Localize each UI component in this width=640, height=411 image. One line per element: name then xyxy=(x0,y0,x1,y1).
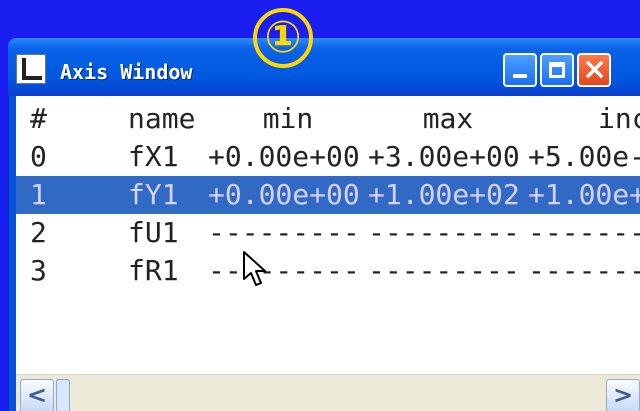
maximize-icon xyxy=(549,62,565,78)
window-titlebar[interactable]: Axis Window × xyxy=(8,38,640,96)
row-index: 0 xyxy=(30,140,47,173)
row-max: +1.00e+02 xyxy=(368,178,520,211)
close-icon: × xyxy=(582,52,608,87)
close-button[interactable]: × xyxy=(577,53,611,87)
row-index: 3 xyxy=(30,254,47,287)
row-min: --------- xyxy=(208,254,360,287)
column-header-index: # xyxy=(30,102,47,135)
chevron-left-icon: < xyxy=(26,381,48,409)
row-max: --------- xyxy=(368,254,520,287)
row-max: --------- xyxy=(368,216,520,249)
row-inc: ------- xyxy=(528,216,640,249)
scroll-thumb[interactable] xyxy=(56,379,70,411)
column-header-max: max xyxy=(422,102,474,135)
row-inc: +5.00e- xyxy=(528,140,640,173)
row-min: +0.00e+00 xyxy=(208,178,360,211)
minimize-button[interactable] xyxy=(503,53,537,87)
row-inc: ------- xyxy=(528,254,640,287)
column-header-inc: inc xyxy=(598,102,640,135)
window-title: Axis Window xyxy=(60,60,193,84)
scroll-left-button[interactable]: < xyxy=(20,379,54,411)
axis-app-icon xyxy=(16,54,46,84)
axis-window: Axis Window × # name min max in 0 fX1 +0… xyxy=(8,38,640,411)
row-inc: +1.00e+ xyxy=(528,178,640,211)
table-row[interactable]: 2 fU1 --------- --------- ------- xyxy=(16,214,640,252)
row-min: --------- xyxy=(208,216,360,249)
horizontal-scrollbar[interactable]: < > xyxy=(16,374,640,411)
desktop-stage: ① Axis Window × # name min max in 0 fX1 … xyxy=(0,0,640,411)
selected-table-row[interactable]: 1 fY1 +0.00e+00 +1.00e+02 +1.00e+ xyxy=(16,176,640,214)
table-row[interactable]: 0 fX1 +0.00e+00 +3.00e+00 +5.00e- xyxy=(16,138,640,176)
table-header-row: # name min max inc xyxy=(16,100,640,138)
row-min: +0.00e+00 xyxy=(208,140,360,173)
scroll-right-button[interactable]: > xyxy=(606,379,640,411)
chevron-right-icon: > xyxy=(612,381,634,409)
minimize-icon xyxy=(513,74,527,78)
maximize-button[interactable] xyxy=(540,53,574,87)
window-client-area: # name min max inc 0 fX1 +0.00e+00 +3.00… xyxy=(16,96,640,411)
row-max: +3.00e+00 xyxy=(368,140,520,173)
row-index: 1 xyxy=(30,178,47,211)
axis-table: # name min max inc 0 fX1 +0.00e+00 +3.00… xyxy=(16,96,640,374)
step-marker: ① xyxy=(253,8,313,68)
column-header-min: min xyxy=(262,102,314,135)
window-controls: × xyxy=(503,53,611,87)
table-row[interactable]: 3 fR1 --------- --------- ------- xyxy=(16,252,640,290)
row-index: 2 xyxy=(30,216,47,249)
